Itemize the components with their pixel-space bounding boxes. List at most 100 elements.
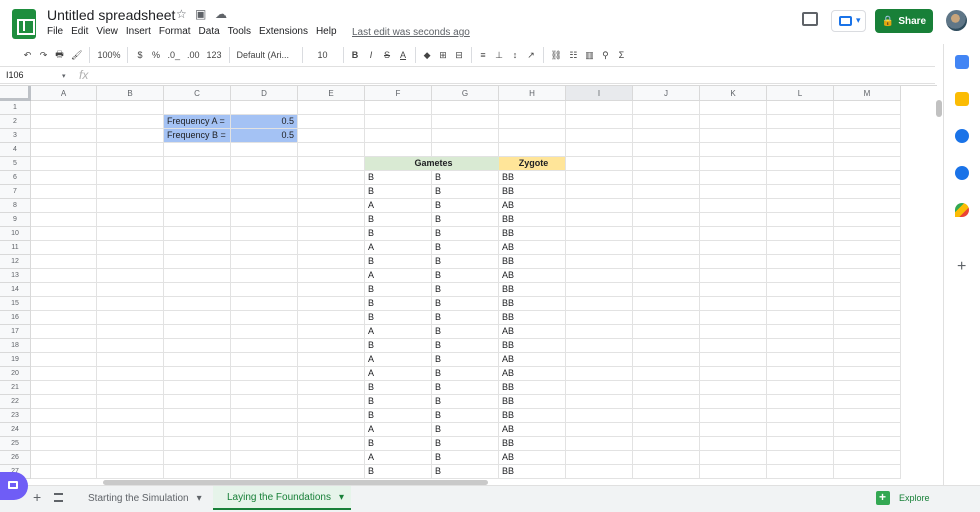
column-header-m[interactable]: M xyxy=(834,86,901,101)
cell-f7[interactable]: B xyxy=(365,185,432,199)
cell-d9[interactable] xyxy=(231,213,298,227)
cell-d15[interactable] xyxy=(231,297,298,311)
row-header[interactable]: 6 xyxy=(0,171,31,185)
cell-d21[interactable] xyxy=(231,381,298,395)
cell-a13[interactable] xyxy=(31,269,97,283)
row-header[interactable]: 9 xyxy=(0,213,31,227)
cell-k23[interactable] xyxy=(700,409,767,423)
cell-c27[interactable] xyxy=(164,465,231,479)
insert-link-icon[interactable]: ⛓ xyxy=(551,50,562,61)
cell-i22[interactable] xyxy=(566,395,633,409)
row-header[interactable]: 22 xyxy=(0,395,31,409)
cell-g25[interactable]: B xyxy=(432,437,499,451)
cell-h27[interactable]: BB xyxy=(499,465,566,479)
cell-k4[interactable] xyxy=(700,143,767,157)
cell-b4[interactable] xyxy=(97,143,164,157)
cell-b17[interactable] xyxy=(97,325,164,339)
cell-m3[interactable] xyxy=(834,129,901,143)
cell-g3[interactable] xyxy=(432,129,499,143)
cell-j6[interactable] xyxy=(633,171,700,185)
menu-view[interactable]: View xyxy=(96,26,118,37)
functions-icon[interactable]: Σ xyxy=(617,50,626,60)
cell-f26[interactable]: A xyxy=(365,451,432,465)
cell-a26[interactable] xyxy=(31,451,97,465)
cell-k19[interactable] xyxy=(700,353,767,367)
cell-j8[interactable] xyxy=(633,199,700,213)
add-sheet-icon[interactable]: + xyxy=(33,489,41,505)
cell-d25[interactable] xyxy=(231,437,298,451)
column-header-b[interactable]: B xyxy=(97,86,164,101)
cell-a24[interactable] xyxy=(31,423,97,437)
cell-m26[interactable] xyxy=(834,451,901,465)
cell-m15[interactable] xyxy=(834,297,901,311)
cell-k6[interactable] xyxy=(700,171,767,185)
cell-d18[interactable] xyxy=(231,339,298,353)
cell-i14[interactable] xyxy=(566,283,633,297)
row-header[interactable]: 17 xyxy=(0,325,31,339)
cell-a8[interactable] xyxy=(31,199,97,213)
cell-d16[interactable] xyxy=(231,311,298,325)
cell-j10[interactable] xyxy=(633,227,700,241)
cell-a16[interactable] xyxy=(31,311,97,325)
cell-d5[interactable] xyxy=(231,157,298,171)
cell-f9[interactable]: B xyxy=(365,213,432,227)
cell-g14[interactable]: B xyxy=(432,283,499,297)
cell-d7[interactable] xyxy=(231,185,298,199)
sheet-list-icon[interactable] xyxy=(54,493,63,502)
cell-e14[interactable] xyxy=(298,283,365,297)
menu-insert[interactable]: Insert xyxy=(126,26,151,37)
cell-e2[interactable] xyxy=(298,115,365,129)
cell-c13[interactable] xyxy=(164,269,231,283)
cell-i15[interactable] xyxy=(566,297,633,311)
cell-b15[interactable] xyxy=(97,297,164,311)
menu-data[interactable]: Data xyxy=(199,26,220,37)
cell-e24[interactable] xyxy=(298,423,365,437)
cell-l25[interactable] xyxy=(767,437,834,451)
cell-a15[interactable] xyxy=(31,297,97,311)
cell-m21[interactable] xyxy=(834,381,901,395)
cell-e7[interactable] xyxy=(298,185,365,199)
cell-l15[interactable] xyxy=(767,297,834,311)
cell-l22[interactable] xyxy=(767,395,834,409)
cell-d26[interactable] xyxy=(231,451,298,465)
cell-i8[interactable] xyxy=(566,199,633,213)
cell-a10[interactable] xyxy=(31,227,97,241)
row-header[interactable]: 24 xyxy=(0,423,31,437)
cell-k27[interactable] xyxy=(700,465,767,479)
cell-d17[interactable] xyxy=(231,325,298,339)
add-on-plus-icon[interactable]: + xyxy=(957,258,966,276)
currency-button[interactable]: $ xyxy=(135,50,144,60)
cell-h2[interactable] xyxy=(499,115,566,129)
cell-c14[interactable] xyxy=(164,283,231,297)
menu-format[interactable]: Format xyxy=(159,26,191,37)
cell-g1[interactable] xyxy=(432,101,499,115)
cell-i10[interactable] xyxy=(566,227,633,241)
menu-help[interactable]: Help xyxy=(316,26,337,37)
cell-e5[interactable] xyxy=(298,157,365,171)
cell-b14[interactable] xyxy=(97,283,164,297)
cell-e19[interactable] xyxy=(298,353,365,367)
cell-c12[interactable] xyxy=(164,255,231,269)
cell-m20[interactable] xyxy=(834,367,901,381)
cell-c22[interactable] xyxy=(164,395,231,409)
bold-button[interactable]: B xyxy=(351,50,360,60)
cell-k20[interactable] xyxy=(700,367,767,381)
cell-f19[interactable]: A xyxy=(365,353,432,367)
cell-reference-box[interactable]: I106 xyxy=(6,70,66,80)
comment-icon[interactable] xyxy=(802,12,818,26)
cell-g17[interactable]: B xyxy=(432,325,499,339)
cell-j26[interactable] xyxy=(633,451,700,465)
cell-h15[interactable]: BB xyxy=(499,297,566,311)
cell-k21[interactable] xyxy=(700,381,767,395)
cell-g16[interactable]: B xyxy=(432,311,499,325)
cell-f27[interactable]: B xyxy=(365,465,432,479)
cell-g7[interactable]: B xyxy=(432,185,499,199)
cell-h19[interactable]: AB xyxy=(499,353,566,367)
row-header[interactable]: 5 xyxy=(0,157,31,171)
cell-k2[interactable] xyxy=(700,115,767,129)
italic-button[interactable]: I xyxy=(367,50,376,60)
increase-decimal-button[interactable]: .00 xyxy=(187,50,200,60)
cell-a12[interactable] xyxy=(31,255,97,269)
horizontal-align-icon[interactable]: ≡ xyxy=(479,50,488,60)
cell-d22[interactable] xyxy=(231,395,298,409)
